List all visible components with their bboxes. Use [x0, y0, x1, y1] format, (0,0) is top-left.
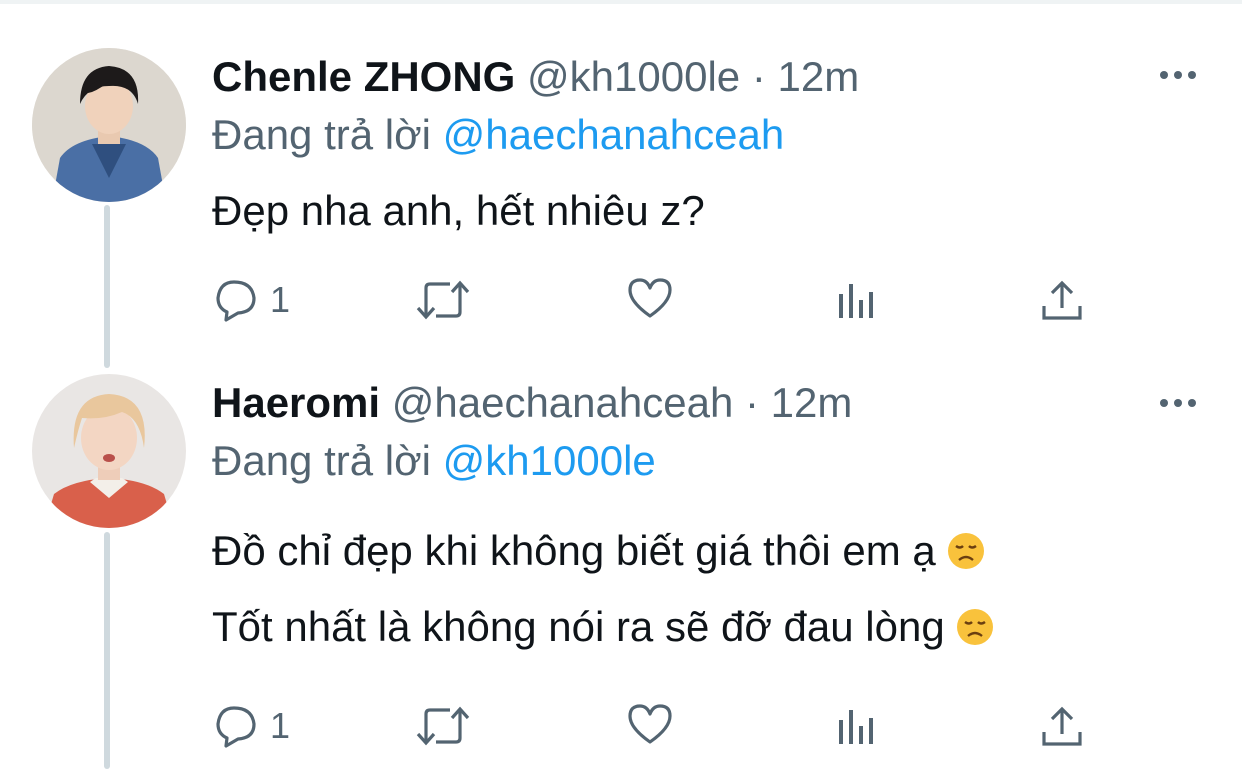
replying-to-label: Đang trả lời [212, 111, 431, 158]
display-name[interactable]: Chenle ZHONG [212, 53, 515, 100]
share-button[interactable] [1040, 278, 1084, 322]
disappointed-face-emoji [946, 531, 986, 582]
share-upload-icon [1042, 706, 1082, 746]
bar-chart-icon [839, 284, 873, 318]
avatar[interactable] [32, 374, 186, 528]
timestamp[interactable]: 12m [771, 379, 853, 426]
reply-button[interactable]: 1 [214, 704, 290, 748]
replying-to: Đang trả lời @haechanahceah [212, 110, 784, 160]
share-button[interactable] [1040, 704, 1084, 748]
retweet-icon [416, 706, 470, 746]
mention-link[interactable]: @kh1000le [443, 437, 656, 484]
thread-connector-below [104, 532, 110, 769]
more-dots-icon[interactable] [1158, 65, 1198, 85]
tweet-header: Haeromi @haechanahceah · 12m [212, 378, 852, 428]
timestamp[interactable]: 12m [778, 53, 860, 100]
display-name[interactable]: Haeromi [212, 379, 380, 426]
separator-dot: · [751, 53, 766, 100]
user-handle[interactable]: @haechanahceah [392, 379, 734, 426]
replying-to-label: Đang trả lời [212, 437, 431, 484]
comment-bubble-icon [216, 706, 256, 748]
retweet-icon [416, 280, 470, 320]
tweet-text: Đẹp nha anh, hết nhiêu z? [212, 186, 705, 236]
like-button[interactable] [626, 276, 674, 320]
replying-to: Đang trả lời @kh1000le [212, 436, 656, 486]
heart-icon [628, 278, 672, 318]
reply-count: 1 [270, 705, 291, 746]
tweet-text-line: Đẹp nha anh, hết nhiêu z? [212, 187, 705, 234]
analytics-button[interactable] [836, 708, 878, 746]
separator-dot: · [744, 379, 759, 426]
heart-icon [628, 704, 672, 744]
top-divider [0, 0, 1242, 4]
mention-link[interactable]: @haechanahceah [443, 111, 785, 158]
comment-bubble-icon [216, 280, 256, 322]
share-upload-icon [1042, 280, 1082, 320]
more-dots-icon[interactable] [1158, 393, 1198, 413]
tweet-text: Tốt nhất là không nói ra sẽ đỡ đau lòng [212, 602, 995, 658]
tweet-header: Chenle ZHONG @kh1000le · 12m [212, 52, 859, 102]
reply-button[interactable]: 1 [214, 278, 290, 322]
retweet-button[interactable] [414, 704, 472, 748]
retweet-button[interactable] [414, 278, 472, 322]
thread-connector [104, 205, 110, 368]
tweet-text-line: Tốt nhất là không nói ra sẽ đỡ đau lòng [212, 603, 945, 650]
tweet-text-line: Đồ chỉ đẹp khi không biết giá thôi em ạ [212, 527, 936, 574]
avatar[interactable] [32, 48, 186, 202]
tweet-text: Đồ chỉ đẹp khi không biết giá thôi em ạ [212, 526, 986, 582]
analytics-button[interactable] [836, 282, 878, 320]
user-handle[interactable]: @kh1000le [527, 53, 740, 100]
bar-chart-icon [839, 710, 873, 744]
reply-count: 1 [270, 279, 291, 320]
like-button[interactable] [626, 702, 674, 746]
disappointed-face-emoji [955, 607, 995, 658]
